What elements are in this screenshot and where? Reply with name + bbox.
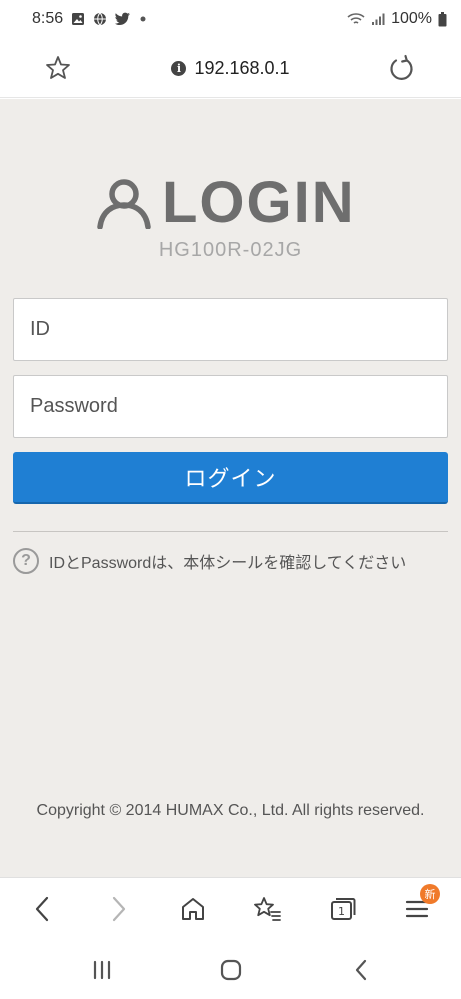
battery-percent: 100% [391,10,432,27]
bookmark-star-icon[interactable] [44,54,72,82]
help-text: IDとPasswordは、本体シールを確認してください [49,555,407,572]
login-button[interactable]: ログイン [13,452,448,504]
forward-icon[interactable] [102,892,136,926]
notification-dot-icon [139,15,147,23]
page-content: LOGIN HG100R-02JG ID Password ログイン ? IDと… [0,99,461,877]
globe-icon [93,12,107,26]
login-heading: LOGIN [162,170,356,235]
info-icon[interactable]: i [171,60,187,76]
tabs-count: 1 [338,905,345,918]
password-input[interactable]: Password [13,375,448,438]
address-field[interactable]: 192.168.0.1 [194,58,289,79]
model-name: HG100R-02JG [158,239,303,261]
home-icon[interactable] [176,892,210,926]
signal-icon [371,12,385,26]
id-input[interactable]: ID [13,298,448,361]
gallery-icon [71,12,85,26]
copyright: Copyright © 2014 HUMAX Co., Ltd. All rig… [36,802,425,819]
twitter-icon [115,12,131,26]
new-badge: 新 [420,884,440,904]
back-icon[interactable] [25,892,59,926]
wifi-icon [347,12,365,26]
help-icon: ? [13,548,39,574]
login-logo: LOGIN [96,170,368,235]
user-icon [97,179,151,229]
clock: 8:56 [32,10,64,27]
status-bar: 8:56 100% [0,0,461,38]
url-bar: i 192.168.0.1 [0,38,461,98]
help-note: ? IDとPasswordは、本体シールを確認してください [13,548,406,574]
reload-icon[interactable] [387,54,415,82]
system-nav-bar [0,939,461,999]
system-back-icon[interactable] [346,955,376,985]
menu-icon[interactable]: 新 [400,884,440,926]
battery-icon [438,11,447,27]
tabs-icon[interactable]: 1 [325,892,359,926]
recent-apps-icon[interactable] [87,955,117,985]
home-button-icon[interactable] [216,955,246,985]
browser-toolbar: 1 新 [0,877,461,939]
divider [13,531,448,532]
bookmarks-icon[interactable] [250,892,284,926]
